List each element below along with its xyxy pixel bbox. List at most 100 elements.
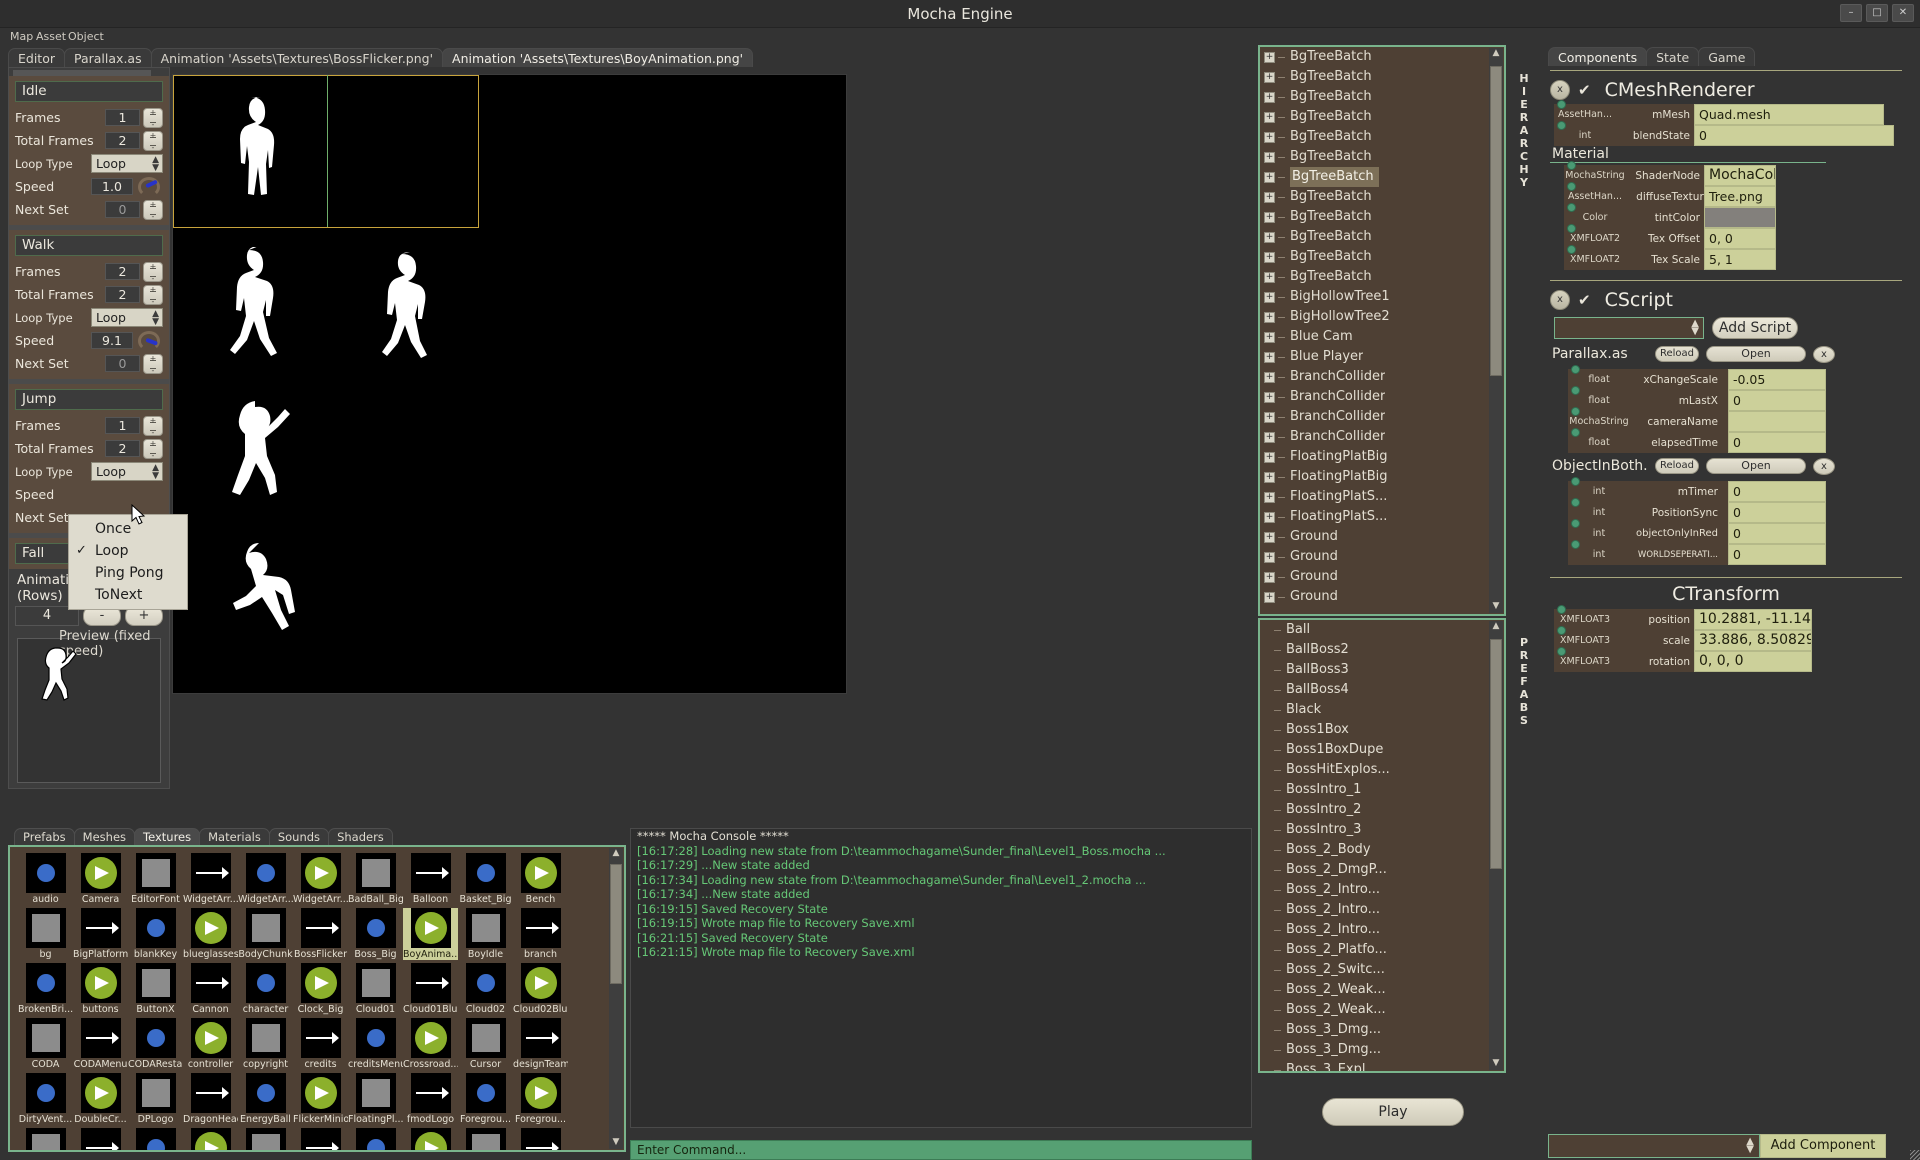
dropdown-option-tonext[interactable]: ToNext bbox=[69, 584, 187, 606]
asset-item[interactable]: bg bbox=[18, 908, 73, 960]
asset-item[interactable]: controller bbox=[183, 1018, 238, 1070]
property-link-dot[interactable] bbox=[1557, 100, 1566, 109]
total-frames-input-walk[interactable]: 2 bbox=[105, 286, 140, 303]
hierarchy-item[interactable]: + BgTreeBatch bbox=[1260, 267, 1504, 287]
asset-item[interactable]: Balloon bbox=[403, 853, 458, 905]
expand-icon[interactable]: + bbox=[1264, 311, 1275, 323]
hierarchy-item[interactable]: + FloatingPlatBig bbox=[1260, 467, 1504, 487]
property-link-dot[interactable] bbox=[1571, 498, 1580, 507]
expand-icon[interactable]: + bbox=[1264, 211, 1275, 223]
asset-item[interactable]: WidgetArr... bbox=[183, 853, 238, 905]
scroll-down-arrow-icon[interactable]: ▼ bbox=[1490, 601, 1502, 613]
asset-item[interactable]: BrokenBri... bbox=[18, 963, 73, 1015]
next-set-input-idle[interactable]: 0 bbox=[105, 201, 140, 218]
scroll-down-arrow-icon[interactable]: ▼ bbox=[610, 1137, 622, 1149]
sprite-sheet-viewport[interactable] bbox=[172, 74, 847, 694]
asset-item[interactable]: BoyIdle bbox=[458, 908, 513, 960]
property-value-input[interactable]: 0 bbox=[1728, 390, 1826, 411]
play-button[interactable]: Play bbox=[1322, 1098, 1464, 1126]
asset-item[interactable]: DoubleCr... bbox=[73, 1073, 128, 1125]
hierarchy-item[interactable]: + BgTreeBatch bbox=[1260, 207, 1504, 227]
asset-item[interactable]: BigPlatform bbox=[73, 908, 128, 960]
scrollbar-thumb[interactable] bbox=[1490, 639, 1502, 869]
asset-item[interactable]: Bench bbox=[513, 853, 568, 905]
expand-icon[interactable]: + bbox=[1264, 531, 1275, 543]
remove-script-button[interactable]: x bbox=[1813, 457, 1835, 475]
speed-input-walk[interactable]: 9.1 bbox=[91, 332, 133, 349]
asset-item[interactable]: Camera bbox=[73, 853, 128, 905]
expand-icon[interactable]: + bbox=[1264, 571, 1275, 583]
scrollbar-thumb[interactable] bbox=[610, 864, 622, 984]
prefab-item[interactable]: Boss_3_Expl... bbox=[1260, 1060, 1504, 1071]
property-value-input[interactable]: 33.886, 8.50829, bbox=[1694, 630, 1812, 651]
property-value-input[interactable]: -0.05 bbox=[1728, 369, 1826, 390]
property-link-dot[interactable] bbox=[1567, 161, 1576, 170]
asset-item[interactable]: FloatingPl... bbox=[348, 1073, 403, 1125]
property-link-dot[interactable] bbox=[1571, 365, 1580, 374]
minimize-button[interactable]: – bbox=[1840, 4, 1862, 22]
expand-icon[interactable]: + bbox=[1264, 371, 1275, 383]
hierarchy-item[interactable]: + BgTreeBatch bbox=[1260, 47, 1504, 67]
prefab-item[interactable]: Boss_2_DmgP... bbox=[1260, 860, 1504, 880]
asset-item[interactable]: Foregrou... bbox=[513, 1073, 568, 1125]
expand-icon[interactable]: + bbox=[1264, 271, 1275, 283]
asset-item[interactable]: designTeam bbox=[513, 1018, 568, 1070]
frames-stepper-idle[interactable]: + - bbox=[143, 107, 163, 129]
expand-icon[interactable]: + bbox=[1264, 171, 1275, 183]
reload-script-button[interactable]: Reload bbox=[1655, 346, 1699, 362]
expand-icon[interactable]: + bbox=[1264, 411, 1275, 423]
expand-icon[interactable]: + bbox=[1264, 51, 1275, 63]
asset-item[interactable]: BadBall_Big bbox=[348, 853, 403, 905]
scroll-up-arrow-icon[interactable]: ▲ bbox=[610, 848, 622, 860]
remove-component-button[interactable]: x bbox=[1550, 80, 1570, 100]
asset-item[interactable]: BoyAnima... bbox=[403, 908, 458, 960]
property-value-input[interactable]: MochaColor bbox=[1704, 165, 1776, 186]
asset-item[interactable]: Gate02 bbox=[73, 1128, 128, 1150]
expand-icon[interactable]: + bbox=[1264, 231, 1275, 243]
total-frames-stepper-walk[interactable]: + - bbox=[143, 284, 163, 306]
asset-item[interactable]: g1 bbox=[293, 1128, 348, 1150]
prefab-item[interactable]: Boss_2_Switc... bbox=[1260, 960, 1504, 980]
asset-item[interactable]: EditorFont bbox=[128, 853, 183, 905]
asset-item[interactable]: copyright bbox=[238, 1018, 293, 1070]
prefabs-scrollbar[interactable]: ▲ ▼ bbox=[1489, 621, 1503, 1070]
hierarchy-item[interactable]: + BgTreeBatch bbox=[1260, 87, 1504, 107]
hierarchy-item[interactable]: + BgTreeBatch bbox=[1260, 107, 1504, 127]
add-component-button[interactable]: Add Component bbox=[1760, 1134, 1886, 1158]
property-value-input[interactable]: 0 bbox=[1728, 481, 1826, 502]
total-frames-stepper-idle[interactable]: + - bbox=[143, 130, 163, 152]
property-value-input[interactable]: 0 bbox=[1728, 432, 1826, 453]
hierarchy-item[interactable]: + BgTreeBatch bbox=[1260, 127, 1504, 147]
prefab-item[interactable]: Boss_2_Intro... bbox=[1260, 880, 1504, 900]
asset-tab-sounds[interactable]: Sounds bbox=[268, 828, 330, 846]
expand-icon[interactable]: + bbox=[1264, 71, 1275, 83]
prefab-item[interactable]: BallBoss4 bbox=[1260, 680, 1504, 700]
prefab-item[interactable]: BossIntro_3 bbox=[1260, 820, 1504, 840]
prefab-item[interactable]: BallBoss2 bbox=[1260, 640, 1504, 660]
tab-state[interactable]: State bbox=[1646, 47, 1700, 66]
property-link-dot[interactable] bbox=[1571, 386, 1580, 395]
add-script-button[interactable]: Add Script bbox=[1712, 317, 1798, 339]
dropdown-option-ping-pong[interactable]: Ping Pong bbox=[69, 562, 187, 584]
resize-grip[interactable] bbox=[1910, 1150, 1920, 1160]
total-frames-stepper-jump[interactable]: + - bbox=[143, 438, 163, 460]
expand-icon[interactable]: + bbox=[1264, 491, 1275, 503]
prefab-item[interactable]: Ball bbox=[1260, 620, 1504, 640]
prefab-item[interactable]: Boss_3_Dmg... bbox=[1260, 1040, 1504, 1060]
hierarchy-item[interactable]: + BgTreeBatch bbox=[1260, 67, 1504, 87]
expand-icon[interactable]: + bbox=[1264, 551, 1275, 563]
prefabs-list[interactable]: Ball BallBoss2 BallBoss3 BallBoss4 Black Boss… bbox=[1260, 620, 1504, 1071]
hierarchy-item[interactable]: + BigHollowTree2 bbox=[1260, 307, 1504, 327]
property-link-dot[interactable] bbox=[1557, 121, 1566, 130]
set-name-input-idle[interactable]: Idle bbox=[15, 81, 163, 102]
expand-icon[interactable]: + bbox=[1264, 191, 1275, 203]
console-panel[interactable]: ***** Mocha Console ***** [16:17:28] Load… bbox=[630, 828, 1252, 1128]
asset-item[interactable]: GirlIdle bbox=[238, 1128, 293, 1150]
hierarchy-item[interactable]: + Ground bbox=[1260, 547, 1504, 567]
hierarchy-item[interactable]: + BranchCollider bbox=[1260, 407, 1504, 427]
prefab-item[interactable]: Black bbox=[1260, 700, 1504, 720]
hierarchy-item[interactable]: + Ground bbox=[1260, 567, 1504, 587]
property-link-dot[interactable] bbox=[1567, 224, 1576, 233]
hierarchy-item[interactable]: + Blue Player bbox=[1260, 347, 1504, 367]
frames-input-idle[interactable]: 1 bbox=[105, 109, 140, 126]
